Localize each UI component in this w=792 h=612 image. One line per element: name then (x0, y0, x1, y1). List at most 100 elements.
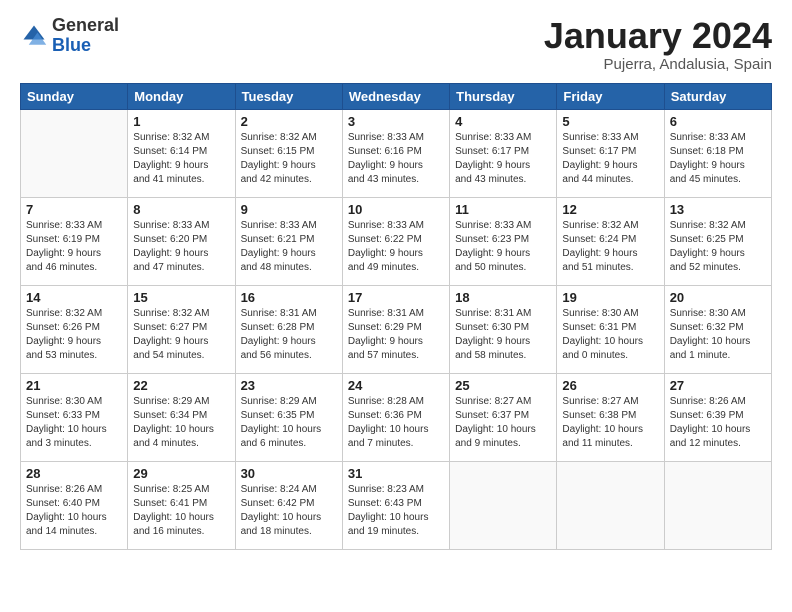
day-info: Sunrise: 8:26 AM Sunset: 6:40 PM Dayligh… (26, 483, 122, 539)
month-title: January 2024 (544, 16, 772, 56)
week-row-4: 28 Sunrise: 8:26 AM Sunset: 6:40 PM Dayli… (21, 461, 772, 549)
calendar-cell: 10 Sunrise: 8:33 AM Sunset: 6:22 PM Dayli… (342, 197, 449, 285)
day-info: Sunrise: 8:33 AM Sunset: 6:21 PM Dayligh… (241, 219, 337, 275)
day-number: 8 (133, 202, 229, 217)
header-monday: Monday (128, 83, 235, 109)
day-number: 14 (26, 290, 122, 305)
day-info: Sunrise: 8:33 AM Sunset: 6:18 PM Dayligh… (670, 131, 766, 187)
header-sunday: Sunday (21, 83, 128, 109)
header-tuesday: Tuesday (235, 83, 342, 109)
week-row-2: 14 Sunrise: 8:32 AM Sunset: 6:26 PM Dayli… (21, 285, 772, 373)
day-number: 13 (670, 202, 766, 217)
day-number: 1 (133, 114, 229, 129)
calendar-header-row: SundayMondayTuesdayWednesdayThursdayFrid… (21, 83, 772, 109)
calendar-cell: 8Sunrise: 8:33 AM Sunset: 6:20 PM Daylig… (128, 197, 235, 285)
calendar-cell: 3 Sunrise: 8:33 AM Sunset: 6:16 PM Daylig… (342, 109, 449, 197)
day-info: Sunrise: 8:27 AM Sunset: 6:37 PM Dayligh… (455, 395, 551, 451)
day-number: 22 (133, 378, 229, 393)
day-info: Sunrise: 8:29 AM Sunset: 6:35 PM Dayligh… (241, 395, 337, 451)
day-number: 19 (562, 290, 658, 305)
logo-general-text: General (52, 16, 119, 36)
calendar-cell: 12 Sunrise: 8:32 AM Sunset: 6:24 PM Dayli… (557, 197, 664, 285)
day-info: Sunrise: 8:27 AM Sunset: 6:38 PM Dayligh… (562, 395, 658, 451)
day-info: Sunrise: 8:33 AM Sunset: 6:16 PM Dayligh… (348, 131, 444, 187)
calendar-cell: 13 Sunrise: 8:32 AM Sunset: 6:25 PM Dayli… (664, 197, 771, 285)
day-number: 30 (241, 466, 337, 481)
day-number: 11 (455, 202, 551, 217)
calendar-cell: 21Sunrise: 8:30 AM Sunset: 6:33 PM Dayli… (21, 373, 128, 461)
day-number: 16 (241, 290, 337, 305)
day-number: 17 (348, 290, 444, 305)
day-number: 4 (455, 114, 551, 129)
calendar-cell: 27Sunrise: 8:26 AM Sunset: 6:39 PM Dayli… (664, 373, 771, 461)
calendar-cell: 7Sunrise: 8:33 AM Sunset: 6:19 PM Daylig… (21, 197, 128, 285)
calendar-cell (450, 461, 557, 549)
day-info: Sunrise: 8:31 AM Sunset: 6:28 PM Dayligh… (241, 307, 337, 363)
day-number: 5 (562, 114, 658, 129)
day-number: 23 (241, 378, 337, 393)
logo-text: General Blue (52, 16, 119, 56)
calendar-cell (664, 461, 771, 549)
day-info: Sunrise: 8:33 AM Sunset: 6:22 PM Dayligh… (348, 219, 444, 275)
calendar-cell: 26 Sunrise: 8:27 AM Sunset: 6:38 PM Dayli… (557, 373, 664, 461)
day-info: Sunrise: 8:23 AM Sunset: 6:43 PM Dayligh… (348, 483, 444, 539)
day-info: Sunrise: 8:25 AM Sunset: 6:41 PM Dayligh… (133, 483, 229, 539)
calendar-table: SundayMondayTuesdayWednesdayThursdayFrid… (20, 83, 772, 550)
day-number: 9 (241, 202, 337, 217)
day-info: Sunrise: 8:31 AM Sunset: 6:30 PM Dayligh… (455, 307, 551, 363)
day-info: Sunrise: 8:32 AM Sunset: 6:26 PM Dayligh… (26, 307, 122, 363)
day-number: 28 (26, 466, 122, 481)
day-number: 12 (562, 202, 658, 217)
day-info: Sunrise: 8:33 AM Sunset: 6:23 PM Dayligh… (455, 219, 551, 275)
day-info: Sunrise: 8:32 AM Sunset: 6:25 PM Dayligh… (670, 219, 766, 275)
header-saturday: Saturday (664, 83, 771, 109)
day-number: 21 (26, 378, 122, 393)
day-info: Sunrise: 8:32 AM Sunset: 6:15 PM Dayligh… (241, 131, 337, 187)
week-row-0: 1 Sunrise: 8:32 AM Sunset: 6:14 PM Daylig… (21, 109, 772, 197)
calendar-cell: 11 Sunrise: 8:33 AM Sunset: 6:23 PM Dayli… (450, 197, 557, 285)
day-number: 2 (241, 114, 337, 129)
day-number: 26 (562, 378, 658, 393)
week-row-1: 7Sunrise: 8:33 AM Sunset: 6:19 PM Daylig… (21, 197, 772, 285)
day-info: Sunrise: 8:28 AM Sunset: 6:36 PM Dayligh… (348, 395, 444, 451)
calendar-cell: 31Sunrise: 8:23 AM Sunset: 6:43 PM Dayli… (342, 461, 449, 549)
header-wednesday: Wednesday (342, 83, 449, 109)
location-subtitle: Pujerra, Andalusia, Spain (544, 56, 772, 73)
day-number: 10 (348, 202, 444, 217)
calendar-cell: 20Sunrise: 8:30 AM Sunset: 6:32 PM Dayli… (664, 285, 771, 373)
day-info: Sunrise: 8:30 AM Sunset: 6:32 PM Dayligh… (670, 307, 766, 363)
calendar-cell: 29 Sunrise: 8:25 AM Sunset: 6:41 PM Dayli… (128, 461, 235, 549)
day-number: 29 (133, 466, 229, 481)
week-row-3: 21Sunrise: 8:30 AM Sunset: 6:33 PM Dayli… (21, 373, 772, 461)
day-number: 15 (133, 290, 229, 305)
day-info: Sunrise: 8:33 AM Sunset: 6:17 PM Dayligh… (455, 131, 551, 187)
logo: General Blue (20, 16, 119, 56)
calendar-cell: 14 Sunrise: 8:32 AM Sunset: 6:26 PM Dayli… (21, 285, 128, 373)
header: General Blue January 2024 Pujerra, Andal… (20, 16, 772, 73)
day-info: Sunrise: 8:30 AM Sunset: 6:31 PM Dayligh… (562, 307, 658, 363)
day-number: 24 (348, 378, 444, 393)
day-number: 18 (455, 290, 551, 305)
calendar-cell: 30Sunrise: 8:24 AM Sunset: 6:42 PM Dayli… (235, 461, 342, 549)
header-friday: Friday (557, 83, 664, 109)
calendar-cell: 24 Sunrise: 8:28 AM Sunset: 6:36 PM Dayli… (342, 373, 449, 461)
calendar-cell: 28 Sunrise: 8:26 AM Sunset: 6:40 PM Dayli… (21, 461, 128, 549)
day-info: Sunrise: 8:32 AM Sunset: 6:14 PM Dayligh… (133, 131, 229, 187)
calendar-cell (557, 461, 664, 549)
day-info: Sunrise: 8:26 AM Sunset: 6:39 PM Dayligh… (670, 395, 766, 451)
day-number: 3 (348, 114, 444, 129)
calendar-cell: 22Sunrise: 8:29 AM Sunset: 6:34 PM Dayli… (128, 373, 235, 461)
day-number: 6 (670, 114, 766, 129)
page: General Blue January 2024 Pujerra, Andal… (0, 0, 792, 560)
calendar-cell: 15Sunrise: 8:32 AM Sunset: 6:27 PM Dayli… (128, 285, 235, 373)
day-info: Sunrise: 8:32 AM Sunset: 6:24 PM Dayligh… (562, 219, 658, 275)
calendar-cell: 6 Sunrise: 8:33 AM Sunset: 6:18 PM Daylig… (664, 109, 771, 197)
header-thursday: Thursday (450, 83, 557, 109)
day-info: Sunrise: 8:33 AM Sunset: 6:17 PM Dayligh… (562, 131, 658, 187)
calendar-cell: 19 Sunrise: 8:30 AM Sunset: 6:31 PM Dayli… (557, 285, 664, 373)
title-block: January 2024 Pujerra, Andalusia, Spain (544, 16, 772, 73)
calendar-cell: 16 Sunrise: 8:31 AM Sunset: 6:28 PM Dayli… (235, 285, 342, 373)
calendar-cell: 23 Sunrise: 8:29 AM Sunset: 6:35 PM Dayli… (235, 373, 342, 461)
calendar-cell (21, 109, 128, 197)
logo-icon (20, 22, 48, 50)
